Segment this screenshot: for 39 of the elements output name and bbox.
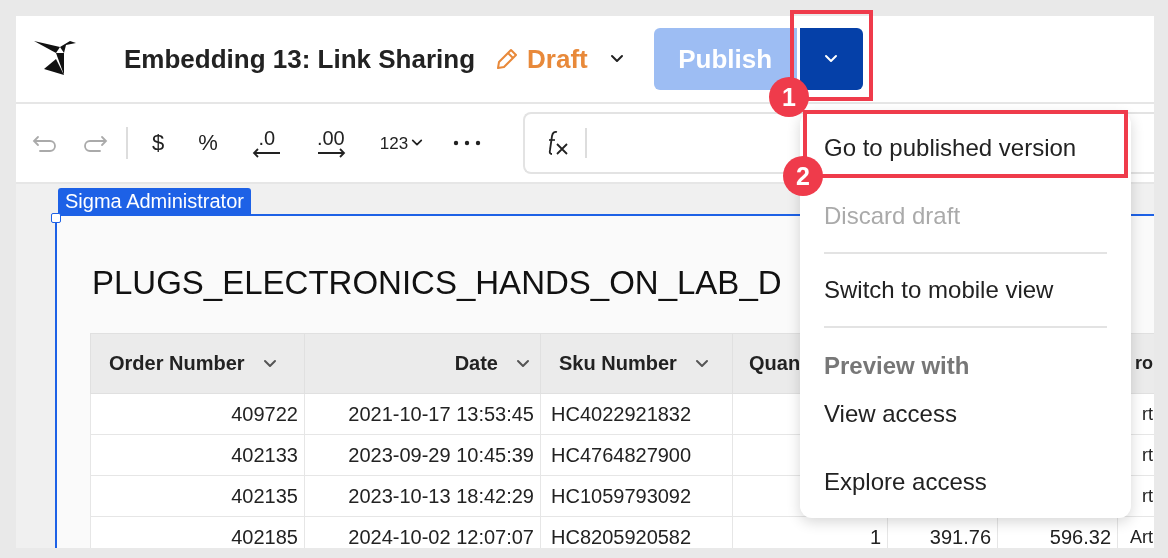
number-format-dropdown[interactable]: 123: [369, 123, 434, 163]
user-badge: Sigma Administrator: [58, 188, 251, 214]
table-cell: 596.32: [997, 516, 1118, 548]
table-cell: 409722: [90, 393, 305, 435]
column-header[interactable]: ro: [1135, 353, 1153, 374]
menu-item[interactable]: Go to published version: [824, 126, 1107, 170]
decrease-decimals-button[interactable]: .0: [241, 123, 292, 163]
resize-handle[interactable]: [51, 213, 61, 223]
format-button[interactable]: $: [142, 123, 175, 163]
menu-item[interactable]: Switch to mobile view: [824, 268, 1107, 312]
menu-item[interactable]: Explore access: [824, 460, 1107, 504]
table-cell: HC8205920582: [540, 516, 733, 548]
workbook-title: Embedding 13: Link Sharing: [124, 43, 476, 75]
table-cell: 402135: [90, 475, 305, 517]
table-cell: 391.76: [887, 516, 998, 548]
more-icon: [453, 140, 482, 146]
redo-icon: [82, 134, 108, 152]
column-header[interactable]: Date: [454, 352, 498, 375]
table-cell: 2023-10-13 18:42:29: [304, 475, 541, 517]
table-cell: 2021-10-17 13:53:45: [304, 393, 541, 435]
table-cell: HC1059793092: [540, 475, 733, 517]
menu-section-heading: Preview with: [824, 351, 970, 380]
menu-item[interactable]: View access: [824, 392, 1107, 436]
increase-decimals-button[interactable]: .00: [305, 123, 356, 163]
table-title: PLUGS_ELECTRONICS_HANDS_ON_LAB_D: [92, 263, 782, 303]
format-button[interactable]: %: [188, 123, 228, 163]
column-header[interactable]: Quan: [749, 352, 801, 375]
right-arrow-icon: [315, 148, 346, 158]
left-arrow-icon: [251, 148, 282, 158]
undo-icon: [32, 134, 58, 152]
table-cell: 2023-09-29 10:45:39: [304, 434, 541, 476]
table-cell: 1: [732, 516, 888, 548]
pencil-icon: [495, 47, 520, 71]
table-cell: HC4764827900: [540, 434, 733, 476]
table-cell: 402185: [90, 516, 305, 548]
table-cell: 2024-10-02 12:07:07: [304, 516, 541, 548]
table-cell: HC4022921832: [540, 393, 733, 435]
publish-options-button[interactable]: [799, 28, 863, 90]
table-cell: 402133: [90, 434, 305, 476]
